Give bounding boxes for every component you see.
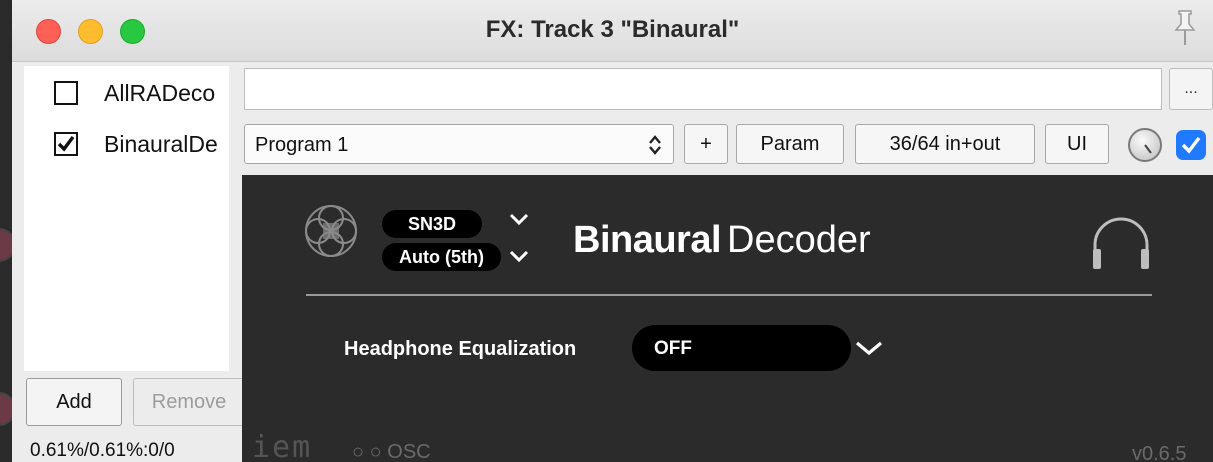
headphone-eq-label: Headphone Equalization bbox=[344, 338, 577, 360]
preset-select[interactable]: Program 1 bbox=[244, 124, 674, 164]
plugin-title-light: Decoder bbox=[727, 219, 871, 261]
plugin-title: Binaural Decoder bbox=[573, 219, 871, 262]
headphone-eq-select[interactable]: OFF bbox=[632, 325, 851, 371]
background-window-edge bbox=[0, 0, 16, 462]
osc-status[interactable]: ○ ○ OSC bbox=[352, 441, 431, 462]
pin-icon[interactable] bbox=[1170, 8, 1200, 48]
title-bar: FX: Track 3 "Binaural" bbox=[12, 0, 1213, 62]
io-routing-button[interactable]: 36/64 in+out bbox=[855, 124, 1035, 164]
fx-enable-checkbox[interactable] bbox=[54, 81, 78, 105]
fx-enable-checkbox[interactable] bbox=[54, 132, 78, 156]
normalization-select[interactable]: SN3D bbox=[382, 210, 482, 238]
add-fx-button[interactable]: Add bbox=[26, 378, 122, 426]
iem-footer-logo: iem bbox=[252, 430, 313, 462]
fx-name: BinauralDe bbox=[104, 131, 218, 157]
updown-chevron-icon bbox=[649, 135, 661, 155]
ui-button[interactable]: UI bbox=[1045, 124, 1109, 164]
wet-dry-knob[interactable] bbox=[1128, 128, 1162, 162]
window-title: FX: Track 3 "Binaural" bbox=[485, 16, 740, 43]
plugin-title-bold: Binaural bbox=[573, 219, 722, 261]
chevron-down-icon[interactable] bbox=[854, 339, 884, 357]
preset-value: Program 1 bbox=[255, 134, 349, 156]
add-preset-button[interactable]: + bbox=[684, 124, 728, 164]
knob-indicator-icon bbox=[1144, 144, 1152, 154]
iem-logo-icon bbox=[305, 205, 357, 257]
header-divider bbox=[306, 294, 1152, 296]
fx-window: FX: Track 3 "Binaural" AllRADeco Binaura… bbox=[12, 0, 1213, 462]
cpu-usage-readout: 0.61%/0.61%:0/0 bbox=[30, 440, 175, 461]
fx-chain-list: AllRADeco BinauralDe bbox=[24, 66, 229, 371]
version-label: v0.6.5 bbox=[1132, 443, 1187, 462]
fx-list-item-allradecoder[interactable]: AllRADeco bbox=[24, 72, 229, 116]
headphones-icon bbox=[1093, 217, 1149, 269]
fx-bypass-checkbox[interactable] bbox=[1176, 130, 1206, 160]
more-options-button[interactable]: ... bbox=[1169, 68, 1213, 110]
checkmark-icon bbox=[57, 135, 75, 152]
osc-label: OSC bbox=[387, 441, 431, 462]
fx-list-item-binauraldecoder[interactable]: BinauralDe bbox=[24, 123, 229, 167]
checkmark-icon bbox=[1181, 136, 1201, 154]
chevron-down-icon[interactable] bbox=[508, 212, 530, 226]
fx-name: AllRADeco bbox=[104, 80, 216, 106]
plugin-editor: SN3D Auto (5th) Binaural Decoder Headphon… bbox=[242, 175, 1213, 462]
headphone-eq-value: OFF bbox=[654, 338, 692, 359]
param-button[interactable]: Param bbox=[736, 124, 844, 164]
chevron-down-icon[interactable] bbox=[508, 249, 530, 263]
order-select[interactable]: Auto (5th) bbox=[382, 243, 501, 271]
fx-filter-input[interactable] bbox=[244, 68, 1162, 110]
remove-fx-button[interactable]: Remove bbox=[133, 378, 245, 426]
